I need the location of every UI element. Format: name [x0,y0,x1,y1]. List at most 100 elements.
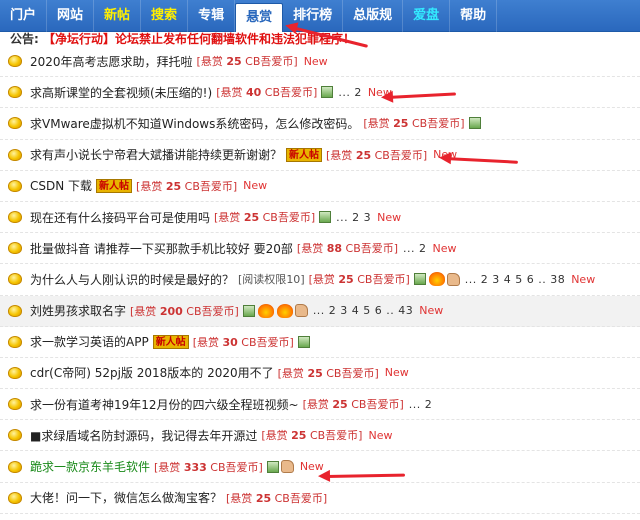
thread-row[interactable]: 现在还有什么接码平台可是使用吗 [悬赏 25 CB吾爱币]... 2 3 New [0,202,640,234]
bounty-suffix: CB吾爱币] [264,86,318,100]
newbie-post-badge: 新人帖 [286,147,323,162]
thread-row[interactable]: 求一份有道考神19年12月份的四六级全程班视频~ [悬赏 25 CB吾爱币]...… [0,389,640,421]
bounty-tag: [悬赏 30 CB吾爱币] [193,334,294,350]
thread-title-link[interactable]: 现在还有什么接码平台可是使用吗 [30,209,210,226]
nav-item-1[interactable]: 网站 [47,0,95,32]
bounty-prefix: [悬赏 [226,491,253,505]
new-badge: New [384,366,409,380]
thumbs-up-icon [294,304,308,318]
new-badge: New [368,428,393,442]
thread-row[interactable]: 求一款学习英语的APP 新人帖 [悬赏 30 CB吾爱币] [0,327,640,358]
bounty-tag: [悬赏 25 CB吾爱币] [303,396,404,412]
page-links[interactable]: ... 2 3 4 5 6 .. 38 [465,273,565,286]
bounty-suffix: CB吾爱币] [274,491,328,505]
read-permission-label: [阅读权限 [238,273,287,287]
bounty-prefix: [悬赏 [308,273,335,287]
thread-title-link[interactable]: 刘姓男孩求取名字 [30,302,126,319]
page-links[interactable]: ... 2 3 4 5 6 .. 43 [313,304,413,317]
bounty-tag: [悬赏 333 CB吾爱币] [154,459,263,475]
read-permission-value: 10 [286,273,301,287]
bounty-suffix: CB吾爱币] [245,55,298,69]
thread-row[interactable]: 求高斯课堂的全套视频(未压缩的!)[悬赏 40 CB吾爱币]... 2New [0,77,640,109]
thumbs-up-icon [280,460,294,474]
thread-row[interactable]: 为什么人与人刚认识的时候是最好的？ [阅读权限10] [悬赏 25 CB吾爱币]..… [0,264,640,296]
thread-title-link[interactable]: 求一款学习英语的APP [30,333,149,350]
thread-row[interactable]: 2020年高考志愿求助，拜托啦 [悬赏 25 CB吾爱币] New [0,46,640,78]
page-links[interactable]: ... 2 [403,242,427,255]
thread-title-link[interactable]: 求VMware虚拟机不知道Windows系统密码，怎么修改密码。 [30,115,359,132]
bounty-coin-icon [8,366,22,379]
thread-title-link[interactable]: 大佬！问一下，微信怎么做淘宝客？ [30,489,222,506]
nav-item-3[interactable]: 搜索 [141,0,189,32]
bounty-prefix: [悬赏 [302,398,329,412]
thread-row[interactable]: 大佬！问一下，微信怎么做淘宝客？ [悬赏 25 CB吾爱币] [0,483,640,514]
image-attachment-icon [266,460,279,473]
thread-row[interactable]: ■求绿盾域名防封源码，我记得去年开源过 [悬赏 25 CB吾爱币] New [0,420,640,452]
nav-item-0[interactable]: 门户 [0,0,48,32]
thread-title-link[interactable]: 跪求一款京东羊毛软件 [30,458,150,475]
bounty-coin-icon [8,242,22,255]
image-attachment-icon [319,211,332,224]
new-badge: New [243,179,268,193]
page-links[interactable]: ... 2 [338,86,362,99]
new-badge: New [432,241,457,255]
bounty-prefix: [悬赏 [277,366,304,380]
thread-title-link[interactable]: 批量做抖音 请推荐一下买那款手机比较好 要20部 [30,240,293,257]
thread-title-link[interactable]: 求一份有道考神19年12月份的四六级全程班视频~ [30,396,299,413]
nav-item-5[interactable]: 悬赏 [235,3,284,32]
bounty-coin-icon [8,117,22,130]
bounty-suffix: CB吾爱币] [186,304,239,318]
bounty-suffix: CB吾爱币] [357,273,410,287]
bounty-amount: 30 [222,335,238,349]
bounty-amount: 25 [243,211,260,225]
bounty-prefix: [悬赏 [154,460,181,474]
top-nav-bar: 门户 网站 新帖 搜索 专辑 悬赏 排行榜 总版规 爱盘 帮助 [0,0,640,32]
bounty-suffix: CB吾爱币] [345,242,399,256]
bounty-coin-icon [8,179,22,192]
thread-title-link[interactable]: 求有声小说长宁帝君大斌播讲能持续更新谢谢？ [30,146,282,163]
bounty-coin-icon [8,460,22,473]
thread-row[interactable]: 刘姓男孩求取名字 [悬赏 200 CB吾爱币]... 2 3 4 5 6 .. 4… [0,295,640,327]
thread-title-link[interactable]: CSDN 下载 [30,177,92,194]
bounty-tag: [悬赏 88 CB吾爱币] [297,240,398,256]
thread-row[interactable]: CSDN 下载 新人帖 [悬赏 25 CB吾爱币] New [0,171,640,202]
nav-item-2[interactable]: 新帖 [94,0,142,32]
bounty-coin-icon [8,398,22,411]
thread-row[interactable]: cdr(C帝阿) 52pj版 2018版本的 2020用不了 [悬赏 25 CB吾… [0,358,640,390]
bounty-tag: [悬赏 25 CB吾爱币] [309,271,410,287]
bounty-prefix: [悬赏 [214,211,241,225]
thread-title-link[interactable]: 求高斯课堂的全套视频(未压缩的!) [30,84,212,101]
hot-fire-icon [276,303,293,318]
bounty-prefix: [悬赏 [261,429,288,443]
bounty-coin-icon [8,55,22,68]
thumbs-up-icon [446,272,460,286]
new-badge: New [419,304,444,318]
thread-title-link[interactable]: cdr(C帝阿) 52pj版 2018版本的 2020用不了 [30,364,274,381]
bounty-amount: 25 [307,366,323,380]
bounty-tag: [悬赏 25 CB吾爱币] [326,147,427,163]
bounty-tag: [悬赏 25 CB吾爱币] [261,427,362,443]
notice-text: 【净坛行动】论坛禁止发布任何翻墙软件和违法犯罪程序！ [43,32,356,46]
nav-item-4[interactable]: 专辑 [188,0,236,32]
thread-row[interactable]: 求VMware虚拟机不知道Windows系统密码，怎么修改密码。 [悬赏 25 C… [0,108,640,140]
new-badge: New [571,272,596,286]
bounty-tag: [悬赏 25 CB吾爱币] [214,209,315,225]
nav-item-9[interactable]: 帮助 [450,0,498,32]
bounty-coin-icon [8,491,22,504]
thread-row[interactable]: 批量做抖音 请推荐一下买那款手机比较好 要20部 [悬赏 88 CB吾爱币]...… [0,233,640,265]
thread-title-link[interactable]: ■求绿盾域名防封源码，我记得去年开源过 [30,427,257,444]
bounty-amount: 25 [332,398,348,412]
bounty-amount: 25 [355,148,372,162]
page-links[interactable]: ... 2 [409,398,433,411]
notice-prefix: 公告: [10,32,39,46]
bounty-prefix: [悬赏 [196,55,223,69]
page-links[interactable]: ... 2 3 [336,211,371,224]
nav-item-7[interactable]: 总版规 [343,0,404,32]
thread-title-link[interactable]: 2020年高考志愿求助，拜托啦 [30,53,193,70]
bounty-prefix: [悬赏 [192,335,219,349]
nav-item-8[interactable]: 爱盘 [403,0,451,32]
thread-row[interactable]: 求有声小说长宁帝君大斌播讲能持续更新谢谢？新人帖[悬赏 25 CB吾爱币]New [0,140,640,171]
thread-title-link[interactable]: 为什么人与人刚认识的时候是最好的？ [30,271,234,288]
read-permission-close: ] [300,273,305,287]
image-attachment-icon [468,117,481,130]
